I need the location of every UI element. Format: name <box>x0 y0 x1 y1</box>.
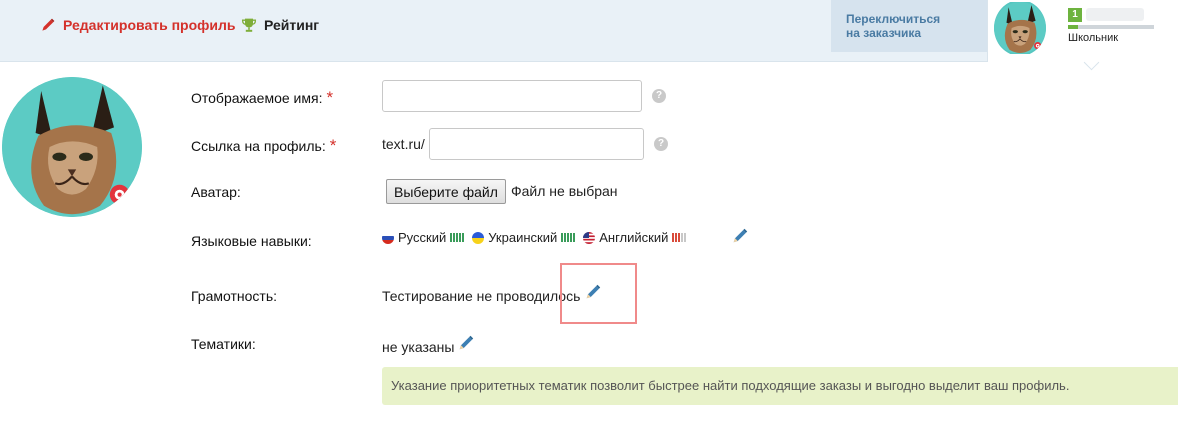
language-level-bars <box>672 233 687 242</box>
trophy-icon <box>241 18 257 32</box>
edit-languages-pencil-icon[interactable] <box>731 227 749 245</box>
level-bar <box>450 233 453 242</box>
topics-label: Тематики: <box>191 336 256 352</box>
rating-label: Рейтинг <box>264 17 320 33</box>
level-bar <box>570 233 573 242</box>
user-rank: Школьник <box>1068 32 1119 44</box>
language-level-bars <box>561 233 576 242</box>
languages-list: Русский Украинский Английский <box>382 230 694 245</box>
level-bar <box>453 233 456 242</box>
language-level-bars <box>450 233 465 242</box>
edit-profile-link[interactable]: Редактировать профиль <box>40 17 236 33</box>
edit-topics-pencil-icon[interactable] <box>457 334 475 352</box>
language-item: Русский <box>382 230 465 245</box>
level-bar <box>675 233 678 242</box>
topics-value: не указаны <box>382 339 455 355</box>
flag-ru-icon <box>382 231 394 244</box>
flag-ua-icon <box>472 231 485 244</box>
user-name-hidden <box>1086 8 1144 21</box>
flag-us-icon <box>583 231 596 244</box>
profile-link-label: Ссылка на профиль: * <box>191 136 336 156</box>
switch-to-customer-button[interactable]: Переключиться на заказчика <box>831 0 987 52</box>
languages-label: Языковые навыки: <box>191 233 312 249</box>
profile-link-label-text: Ссылка на профиль: <box>191 138 326 154</box>
display-name-label-text: Отображаемое имя: <box>191 90 323 106</box>
level-bar <box>672 233 675 242</box>
topics-hint: Указание приоритетных тематик позволит б… <box>382 367 1178 405</box>
profile-link-prefix: text.ru/ <box>382 136 425 152</box>
literacy-label: Грамотность: <box>191 288 277 304</box>
choose-file-button[interactable]: Выберите файл <box>386 179 506 204</box>
literacy-value: Тестирование не проводилось <box>382 288 581 304</box>
pencil-icon <box>42 18 55 31</box>
level-progress-bar <box>1068 25 1154 29</box>
language-name: Английский <box>599 230 669 245</box>
profile-avatar <box>2 77 142 217</box>
file-status: Файл не выбран <box>511 183 618 199</box>
question-icon[interactable]: ? <box>652 89 666 103</box>
switch-label-line2: на заказчика <box>846 26 922 40</box>
question-icon[interactable]: ? <box>654 137 668 151</box>
caracal-avatar-image <box>2 77 142 217</box>
level-bar <box>462 233 465 242</box>
level-bar <box>684 233 687 242</box>
required-mark: * <box>329 136 337 155</box>
level-bar <box>678 233 681 242</box>
caracal-avatar-image <box>994 0 1046 56</box>
level-bar <box>459 233 462 242</box>
user-panel[interactable]: 1 Школьник <box>987 0 1178 62</box>
language-item: Английский <box>583 230 687 245</box>
user-avatar-small[interactable] <box>994 0 1046 56</box>
edit-profile-label: Редактировать профиль <box>63 17 236 33</box>
language-name: Русский <box>398 230 447 245</box>
level-bar <box>681 233 684 242</box>
level-badge: 1 <box>1068 8 1082 22</box>
top-bar: Редактировать профиль Рейтинг Переключит… <box>0 0 1178 62</box>
language-name: Украинский <box>488 230 558 245</box>
level-progress-fill <box>1068 25 1079 29</box>
profile-link-input[interactable] <box>429 128 644 160</box>
required-mark: * <box>326 88 334 107</box>
level-bar <box>567 233 570 242</box>
highlight-box <box>560 263 637 324</box>
language-item: Украинский <box>472 230 576 245</box>
rating-link[interactable]: Рейтинг <box>241 17 319 33</box>
level-bar <box>561 233 564 242</box>
display-name-input[interactable] <box>382 80 642 112</box>
display-name-label: Отображаемое имя: * <box>191 88 333 108</box>
switch-label-line1: Переключиться <box>846 12 941 26</box>
level-bar <box>573 233 576 242</box>
avatar-label: Аватар: <box>191 184 241 200</box>
level-bar <box>456 233 459 242</box>
level-bar <box>564 233 567 242</box>
